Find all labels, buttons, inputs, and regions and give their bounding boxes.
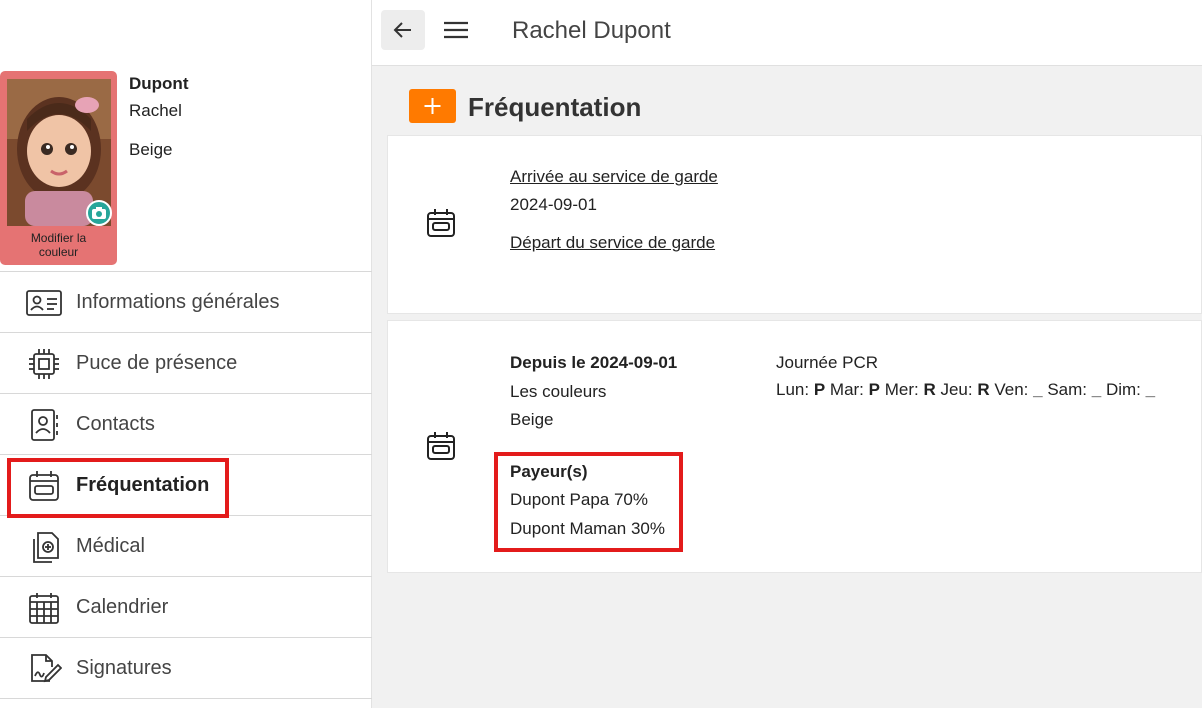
arrow-left-icon <box>393 22 411 38</box>
sidebar-item-label: Informations générales <box>76 291 280 313</box>
menu-button[interactable] <box>440 10 472 50</box>
medical-files-icon <box>26 529 62 565</box>
day-type: Journée PCR <box>776 353 879 372</box>
schedule-day: Mar: <box>829 380 864 399</box>
child-first-name: Rachel <box>129 101 182 120</box>
calendar-icon <box>426 431 456 461</box>
sidebar-item-label: Médical <box>76 535 145 557</box>
plus-icon <box>424 98 441 114</box>
add-button[interactable] <box>409 89 456 123</box>
child-last-name: Dupont <box>129 74 189 93</box>
top-bar: Rachel Dupont <box>372 0 1202 66</box>
sidebar-item-label: Puce de présence <box>76 352 238 374</box>
chip-icon <box>26 346 62 382</box>
arrival-link[interactable]: Arrivée au service de garde <box>510 167 718 187</box>
schedule-day: Jeu: <box>940 380 973 399</box>
highlight-box-payers <box>494 452 683 552</box>
weekly-schedule: Lun: P Mar: P Mer: R Jeu: R Ven: _ Sam: … <box>776 380 1155 400</box>
schedule-day: Sam: <box>1047 380 1088 399</box>
sidebar: Modifier la couleur Dupont Rachel Beige … <box>0 0 372 708</box>
sidebar-item-signatures[interactable]: Signatures <box>0 638 372 699</box>
hamburger-icon <box>444 21 468 39</box>
schedule-day: Lun: <box>776 380 810 399</box>
highlight-box-nav <box>7 458 229 518</box>
section-title: Fréquentation <box>468 92 642 122</box>
sidebar-item-label: Contacts <box>76 413 155 435</box>
change-color-label[interactable]: Modifier la couleur <box>0 231 117 259</box>
back-button[interactable] <box>381 10 425 50</box>
schedule-code: _ <box>1033 380 1043 399</box>
child-profile: Modifier la couleur Dupont Rachel Beige <box>0 66 372 272</box>
schedule-code: _ <box>1145 380 1156 399</box>
group-name: Les couleurs <box>510 382 607 401</box>
child-group: Beige <box>129 140 173 159</box>
sidebar-item-medical[interactable]: Médical <box>0 516 372 577</box>
schedule-day: Mer: <box>884 380 919 399</box>
schedule-day: Ven: <box>994 380 1029 399</box>
schedule-day: Dim: <box>1105 380 1141 399</box>
group-color: Beige <box>510 410 554 429</box>
sidebar-item-puce[interactable]: Puce de présence <box>0 333 372 394</box>
calendar-icon <box>426 208 456 238</box>
arrival-date: 2024-09-01 <box>510 195 597 214</box>
signature-icon <box>26 651 63 687</box>
calendar-grid-icon <box>26 590 62 626</box>
photo-card[interactable]: Modifier la couleur <box>0 71 117 265</box>
camera-icon[interactable] <box>86 200 112 226</box>
id-card-icon <box>26 285 62 321</box>
sidebar-item-label: Signatures <box>76 657 172 679</box>
sidebar-item-calendrier[interactable]: Calendrier <box>0 577 372 638</box>
sidebar-item-label: Calendrier <box>76 596 169 618</box>
departure-link[interactable]: Départ du service de garde <box>510 233 715 253</box>
sidebar-item-informations[interactable]: Informations générales <box>0 272 372 333</box>
schedule-code: P <box>813 380 826 399</box>
sidebar-item-contacts[interactable]: Contacts <box>0 394 372 455</box>
contact-book-icon <box>26 407 62 443</box>
schedule-code: _ <box>1091 380 1102 399</box>
page-title: Rachel Dupont <box>512 17 671 44</box>
attendance-dates-card: Arrivée au service de garde 2024-09-01 D… <box>387 135 1202 314</box>
schedule-code: P <box>868 380 880 399</box>
since-date: Depuis le 2024-09-01 <box>510 353 678 372</box>
schedule-code: R <box>977 380 990 399</box>
schedule-code: R <box>923 380 936 399</box>
